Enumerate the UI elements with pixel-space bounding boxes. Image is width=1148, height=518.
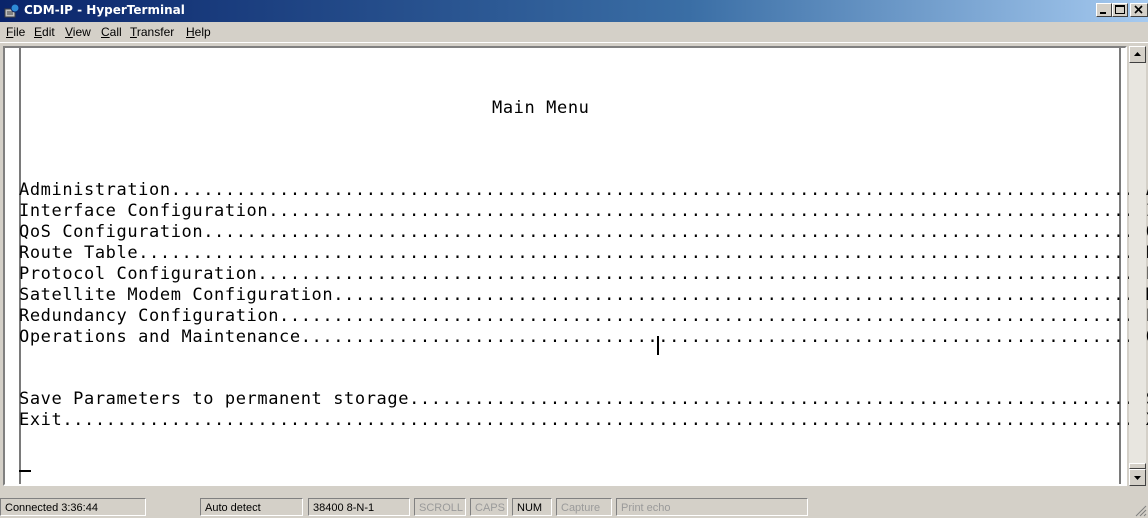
menu-file[interactable]: File: [6, 25, 25, 39]
menu-view-label: iew: [72, 25, 91, 39]
action-option-label: Exit: [19, 410, 63, 430]
menu-view-key: V: [65, 25, 73, 39]
text-cursor: [657, 336, 659, 355]
status-bar: Connected 3:36:44 Auto detect 38400 8-N-…: [0, 496, 1148, 518]
menu-option-label: Operations and Maintenance: [19, 327, 301, 347]
menu-bar: File Edit View Call Transfer Help: [0, 22, 1148, 42]
action-option-leader-dots: ........................................…: [409, 389, 1146, 409]
status-print-echo: Print echo: [616, 498, 808, 516]
menu-edit[interactable]: Edit: [34, 25, 55, 39]
status-caps: CAPS: [470, 498, 508, 516]
menu-option-leader-dots: ........................................…: [203, 222, 1146, 242]
minimize-icon: [1100, 12, 1106, 14]
menu-call-label: all: [109, 25, 122, 39]
menu-call[interactable]: Call: [101, 25, 122, 39]
status-capture: Capture: [556, 498, 612, 516]
menu-option-leader-dots: ........................................…: [268, 201, 1146, 221]
arrow-up-icon: [1134, 52, 1141, 56]
menu-option-leader-dots: ........................................…: [300, 327, 1146, 347]
menu-option-leader-dots: ........................................…: [279, 306, 1146, 326]
menu-option-leader-dots: ........................................…: [138, 243, 1146, 263]
menu-help-label: elp: [194, 25, 211, 39]
menu-option-2[interactable]: QoS Configuration.......................…: [19, 222, 1148, 242]
menu-option-label: Protocol Configuration: [19, 264, 258, 284]
close-button[interactable]: [1130, 3, 1148, 17]
action-option-label: Save Parameters to permanent storage: [19, 389, 410, 409]
status-connected: Connected 3:36:44: [0, 498, 146, 516]
maximize-icon: [1115, 5, 1125, 14]
menu-option-label: Satellite Modem Configuration: [19, 285, 334, 305]
menu-edit-label: dit: [42, 25, 55, 39]
menu-option-leader-dots: ........................................…: [257, 264, 1146, 284]
menu-option-label: QoS Configuration: [19, 222, 204, 242]
minimize-button[interactable]: [1096, 3, 1112, 17]
menu-option-3[interactable]: Route Table.............................…: [19, 243, 1148, 263]
menu-view[interactable]: View: [65, 25, 91, 39]
close-icon: [1134, 5, 1143, 14]
menu-transfer-key: T: [130, 25, 137, 39]
status-scroll: SCROLL: [414, 498, 466, 516]
status-num: NUM: [512, 498, 552, 516]
menu-edit-key: E: [34, 25, 43, 39]
menu-option-leader-dots: ........................................…: [333, 285, 1146, 305]
menu-call-key: C: [101, 25, 110, 39]
menu-option-0[interactable]: Administration..........................…: [19, 180, 1148, 200]
scroll-up-button[interactable]: [1129, 46, 1146, 63]
menu-help-key: H: [186, 25, 195, 39]
prompt-cursor: [19, 470, 31, 472]
menu-option-6[interactable]: Redundancy Configuration................…: [19, 306, 1148, 326]
menu-option-label: Interface Configuration: [19, 201, 269, 221]
status-detect: Auto detect: [200, 498, 303, 516]
arrow-down-icon: [1134, 476, 1141, 480]
menu-option-1[interactable]: Interface Configuration.................…: [19, 201, 1148, 221]
menu-transfer[interactable]: Transfer: [130, 25, 174, 39]
menu-option-label: Redundancy Configuration: [19, 306, 280, 326]
action-option-leader-dots: ........................................…: [62, 410, 1146, 430]
menu-option-label: Administration: [19, 180, 171, 200]
title-bar[interactable]: CDM-IP - HyperTerminal: [0, 0, 1148, 22]
resize-grip-icon[interactable]: [1135, 505, 1147, 517]
menu-option-leader-dots: ........................................…: [170, 180, 1146, 200]
maximize-button[interactable]: [1112, 3, 1128, 17]
action-option-0[interactable]: Save Parameters to permanent storage....…: [19, 389, 1148, 409]
menu-option-5[interactable]: Satellite Modem Configuration...........…: [19, 285, 1148, 305]
menu-transfer-label: ransfer: [136, 25, 175, 39]
status-port: 38400 8-N-1: [308, 498, 410, 516]
menu-option-4[interactable]: Protocol Configuration..................…: [19, 264, 1148, 284]
window-title: CDM-IP - HyperTerminal: [24, 3, 185, 17]
hyperterminal-phone-icon[interactable]: [4, 3, 20, 19]
scroll-down-button[interactable]: [1129, 469, 1146, 486]
menu-option-7[interactable]: Operations and Maintenance..............…: [19, 327, 1148, 347]
menu-option-label: Route Table: [19, 243, 139, 263]
main-menu-heading: Main Menu: [492, 98, 590, 118]
menu-help[interactable]: Help: [186, 25, 211, 39]
menu-file-label: ile: [13, 25, 26, 39]
action-option-1[interactable]: Exit....................................…: [19, 410, 1148, 430]
vertical-scrollbar[interactable]: [1129, 46, 1146, 486]
